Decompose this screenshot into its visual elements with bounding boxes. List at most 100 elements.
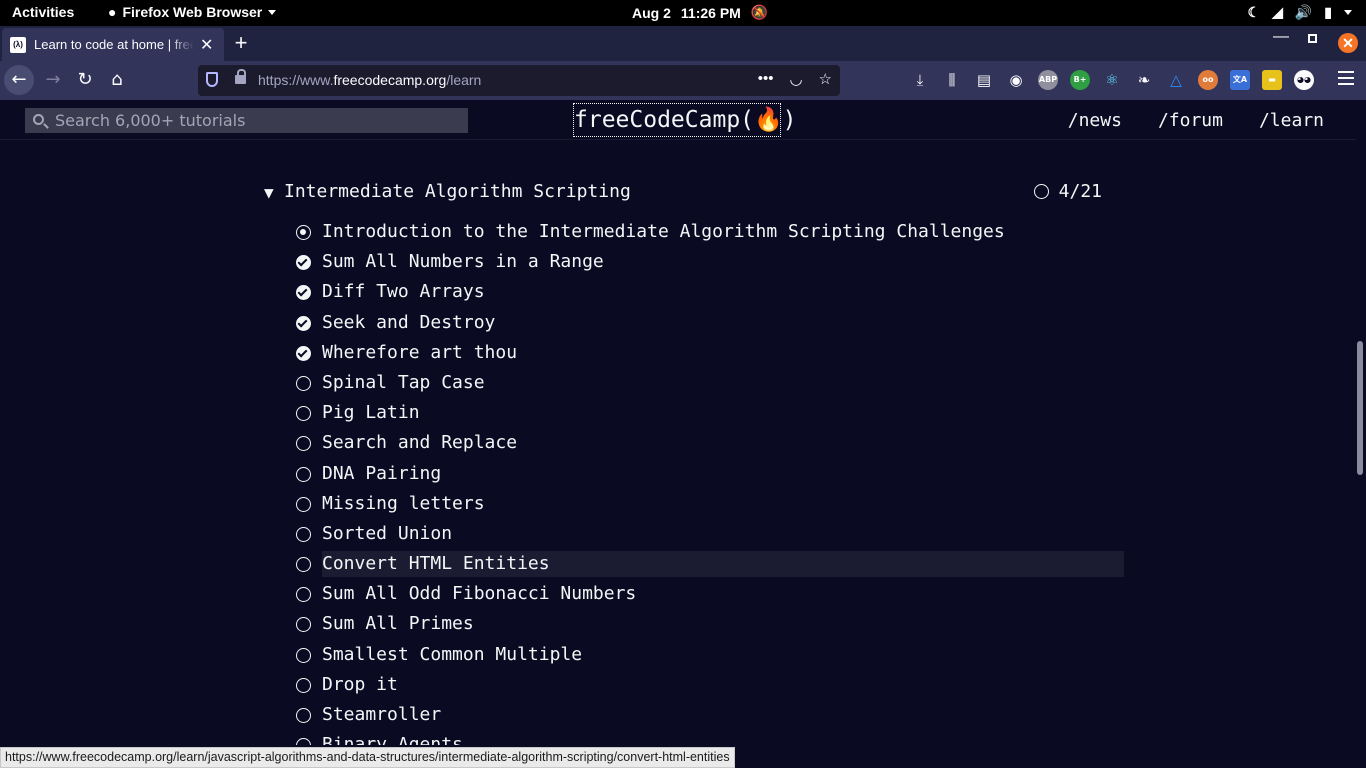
- challenge-link[interactable]: Seek and Destroy: [322, 310, 503, 336]
- fcc-logo[interactable]: freeCodeCamp(🔥): [573, 103, 797, 137]
- extension-face-icon[interactable]: ◕◕: [1294, 70, 1314, 90]
- tracking-protection-shield-icon[interactable]: [206, 72, 218, 87]
- app-menu[interactable]: ● Firefox Web Browser: [108, 4, 277, 20]
- challenge-link[interactable]: Steamroller: [322, 702, 449, 728]
- activities-button[interactable]: Activities: [12, 4, 74, 20]
- empty-circle-icon: [296, 738, 311, 745]
- lock-icon[interactable]: [235, 69, 246, 84]
- reload-button[interactable]: ↻: [70, 65, 100, 95]
- challenge-item[interactable]: Missing letters: [296, 491, 1124, 521]
- library-icon[interactable]: ⫼: [942, 70, 962, 90]
- url-bar[interactable]: https://www.freecodecamp.org/learn ••• ◡…: [198, 65, 840, 96]
- challenge-link[interactable]: Introduction to the Intermediate Algorit…: [322, 219, 1013, 245]
- challenge-link[interactable]: Sum All Numbers in a Range: [322, 249, 612, 275]
- nav-link-learn[interactable]: /learn: [1259, 110, 1324, 131]
- check-circle-icon: [296, 315, 311, 331]
- challenge-item[interactable]: Convert HTML Entities: [296, 551, 1124, 581]
- challenge-link[interactable]: DNA Pairing: [322, 461, 449, 487]
- account-icon[interactable]: ◉: [1006, 70, 1026, 90]
- section-progress: 4/21: [1033, 181, 1102, 202]
- empty-circle-icon: [296, 436, 311, 452]
- clock[interactable]: Aug 2 11:26 PM 🔕: [632, 4, 768, 21]
- downloads-icon[interactable]: ⤓: [910, 70, 930, 90]
- progress-count: 4/21: [1058, 181, 1102, 202]
- react-devtools-icon[interactable]: ⚛: [1102, 70, 1122, 90]
- challenge-item[interactable]: Introduction to the Intermediate Algorit…: [296, 219, 1124, 249]
- challenge-item[interactable]: Smallest Common Multiple: [296, 642, 1124, 672]
- challenge-item[interactable]: Steamroller: [296, 702, 1124, 732]
- url-path: /learn: [446, 72, 482, 88]
- hamburger-menu-icon[interactable]: [1338, 71, 1354, 89]
- bell-muted-icon: 🔕: [750, 4, 769, 20]
- page-actions-icon[interactable]: •••: [758, 70, 774, 88]
- challenge-link[interactable]: Sum All Primes: [322, 611, 482, 637]
- challenge-link[interactable]: Pig Latin: [322, 400, 428, 426]
- fcc-navbar: freeCodeCamp(🔥) /news /forum /learn: [0, 100, 1356, 140]
- close-tab-icon[interactable]: ✕: [200, 35, 213, 55]
- extension-leaf-icon[interactable]: ❧: [1134, 70, 1154, 90]
- search-input[interactable]: [55, 108, 465, 133]
- challenge-item[interactable]: Pig Latin: [296, 400, 1124, 430]
- empty-circle-icon: [296, 677, 311, 693]
- url-text[interactable]: https://www.freecodecamp.org/learn: [258, 72, 481, 88]
- status-link-preview: https://www.freecodecamp.org/learn/javas…: [0, 747, 735, 768]
- home-button[interactable]: ⌂: [102, 65, 132, 95]
- challenge-item[interactable]: Drop it: [296, 672, 1124, 702]
- nav-link-forum[interactable]: /forum: [1158, 110, 1223, 131]
- challenge-link[interactable]: Diff Two Arrays: [322, 279, 493, 305]
- check-circle-icon: [296, 345, 311, 361]
- minimize-button[interactable]: —: [1273, 28, 1289, 46]
- empty-circle-icon: [296, 647, 311, 663]
- challenge-link[interactable]: Convert HTML Entities: [322, 551, 1124, 578]
- challenge-item[interactable]: Binary Agents: [296, 732, 1124, 745]
- empty-circle-icon: [296, 466, 311, 482]
- nav-link-news[interactable]: /news: [1068, 110, 1122, 131]
- challenge-item[interactable]: Sorted Union: [296, 521, 1124, 551]
- system-tray[interactable]: ☾ ◢ 🔊 ▮: [1248, 4, 1352, 21]
- challenge-item[interactable]: DNA Pairing: [296, 461, 1124, 491]
- challenge-item[interactable]: Sum All Odd Fibonacci Numbers: [296, 581, 1124, 611]
- check-circle-icon: [296, 255, 311, 271]
- clock-time: 11:26 PM: [680, 4, 741, 21]
- challenge-item[interactable]: Search and Replace: [296, 430, 1124, 460]
- challenge-link[interactable]: Sorted Union: [322, 521, 460, 547]
- challenge-link[interactable]: Binary Agents: [322, 732, 471, 745]
- extension-b-plus-icon[interactable]: B+: [1070, 70, 1090, 90]
- extension-yellow-icon[interactable]: ▬: [1262, 70, 1282, 90]
- empty-circle-icon: [296, 526, 311, 542]
- adblock-plus-icon[interactable]: ABP: [1038, 70, 1058, 90]
- challenge-link[interactable]: Spinal Tap Case: [322, 370, 493, 396]
- translate-icon[interactable]: 文A: [1230, 70, 1250, 90]
- scrollbar-thumb[interactable]: [1357, 341, 1363, 475]
- challenge-item[interactable]: Wherefore art thou: [296, 340, 1124, 370]
- challenge-item[interactable]: Sum All Numbers in a Range: [296, 249, 1124, 279]
- challenge-item[interactable]: Seek and Destroy: [296, 310, 1124, 340]
- chevron-down-icon: [1344, 10, 1352, 15]
- bookmark-star-icon[interactable]: ☆: [819, 70, 832, 88]
- search-box[interactable]: [25, 108, 468, 133]
- challenge-link[interactable]: Missing letters: [322, 491, 493, 517]
- empty-circle-icon: [296, 406, 311, 422]
- new-tab-button[interactable]: +: [230, 30, 252, 56]
- challenge-item[interactable]: Sum All Primes: [296, 611, 1124, 641]
- challenge-link[interactable]: Smallest Common Multiple: [322, 642, 590, 668]
- challenge-item[interactable]: Diff Two Arrays: [296, 279, 1124, 309]
- maximize-button[interactable]: [1308, 34, 1317, 43]
- back-button[interactable]: ←: [4, 65, 34, 95]
- tab-active[interactable]: (λ) Learn to code at home | freeCodeCamp…: [2, 28, 224, 61]
- section-header[interactable]: ▼ Intermediate Algorithm Scripting 4/21: [264, 179, 1124, 207]
- pocket-icon[interactable]: ◡: [789, 70, 802, 88]
- challenge-list: Introduction to the Intermediate Algorit…: [296, 219, 1124, 745]
- close-window-button[interactable]: ✕: [1338, 33, 1358, 53]
- challenge-link[interactable]: Wherefore art thou: [322, 340, 525, 366]
- forward-button[interactable]: →: [38, 65, 68, 95]
- sidebar-icon[interactable]: ▤: [974, 70, 994, 90]
- battery-icon: ▮: [1324, 4, 1332, 20]
- url-domain: freecodecamp.org: [333, 72, 447, 88]
- challenge-item[interactable]: Spinal Tap Case: [296, 370, 1124, 400]
- challenge-link[interactable]: Drop it: [322, 672, 406, 698]
- extension-triangle-icon[interactable]: △: [1166, 70, 1186, 90]
- extension-owl-icon[interactable]: oo: [1198, 70, 1218, 90]
- challenge-link[interactable]: Sum All Odd Fibonacci Numbers: [322, 581, 644, 607]
- challenge-link[interactable]: Search and Replace: [322, 430, 525, 456]
